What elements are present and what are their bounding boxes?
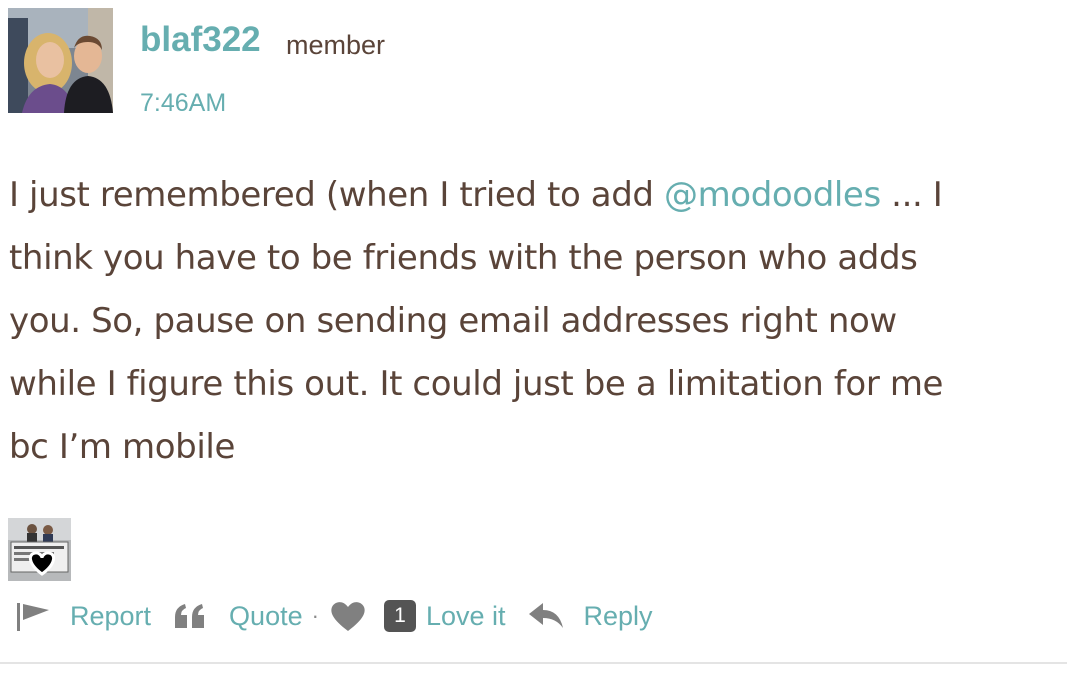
author-role: member [286,30,386,60]
post-timestamp[interactable]: 7:46AM [140,91,226,116]
forum-post: blaf322 member 7:46AM I just remembered … [0,0,1067,682]
quote-icon [173,602,207,630]
report-button[interactable]: Report [14,600,151,632]
reaction-user-avatar[interactable] [8,518,71,581]
action-separator: · [311,603,319,628]
post-text: ... I [880,175,943,215]
post-body: I just remembered (when I tried to add @… [9,164,1059,479]
post-text: I just remembered (when I tried to add [9,175,664,215]
flag-icon [14,600,50,632]
post-body-line: I just remembered (when I tried to add @… [9,164,1059,227]
love-it-label: Love it [425,600,506,631]
post-body-line: bc I’m mobile [9,427,235,467]
author-username[interactable]: blaf322 [140,22,261,57]
reply-arrow-icon [528,601,564,631]
post-body-line: while I figure this out. It could just b… [9,364,944,404]
post-body-line: think you have to be friends with the pe… [9,238,918,278]
user-mention-link[interactable]: @modoodles [664,175,881,215]
heart-icon [330,600,366,632]
post-divider [0,662,1067,664]
love-it-button[interactable]: 1 Love it [330,600,506,632]
reply-button[interactable]: Reply [528,601,653,632]
reply-label: Reply [583,600,653,631]
profile-photo-icon [8,8,113,113]
author-avatar[interactable] [8,8,113,113]
quote-label: Quote [229,600,303,631]
post-action-bar: Report Quote · 1 Love it Reply [14,596,653,636]
post-body-line: you. So, pause on sending email addresse… [9,301,897,341]
quote-button[interactable]: Quote [173,601,303,632]
love-count-badge: 1 [383,600,416,632]
reactor-photo-icon [8,518,71,581]
report-label: Report [70,600,152,631]
